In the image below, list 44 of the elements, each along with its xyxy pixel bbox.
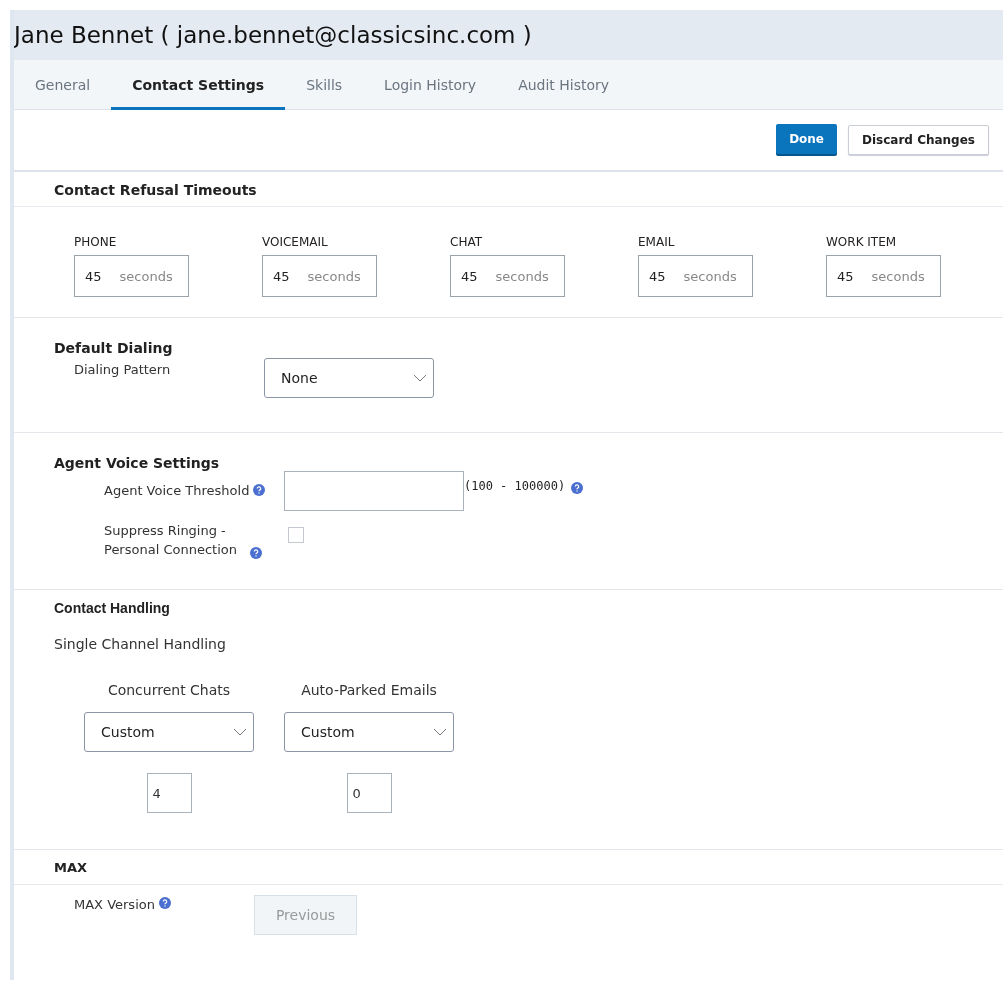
- section-heading: Default Dialing: [53, 339, 174, 358]
- section-heading: Contact Handling: [53, 599, 171, 618]
- field-label: VOICEMAIL: [262, 235, 329, 249]
- seconds-input-field[interactable]: 45 seconds: [74, 255, 189, 297]
- seconds-input-field[interactable]: 45 seconds: [450, 255, 565, 297]
- section-heading: Contact Refusal Timeouts: [14, 172, 1003, 207]
- section-heading: MAX: [14, 850, 1003, 885]
- seconds-input-field[interactable]: 45 seconds: [638, 255, 753, 297]
- field-label: Agent Voice Threshold: [104, 482, 250, 500]
- chevron-down-icon: [433, 728, 447, 736]
- tab[interactable]: Contact Settings: [111, 60, 286, 110]
- mode-dropdown[interactable]: Custom: [284, 712, 454, 752]
- seconds-input-field[interactable]: 45 seconds: [262, 255, 377, 297]
- number-input-field[interactable]: 0: [346, 773, 392, 813]
- threshold-input-field[interactable]: [284, 471, 464, 511]
- range-hint: (100 - 100000): [464, 479, 566, 493]
- tab[interactable]: Audit History: [497, 60, 631, 110]
- tab[interactable]: General: [14, 60, 112, 110]
- help-icon[interactable]: [571, 482, 584, 494]
- field-label: Suppress Ringing - Personal Connection: [104, 522, 238, 559]
- column-label: Concurrent Chats: [107, 682, 231, 698]
- checkbox[interactable]: [288, 527, 304, 543]
- field-label: EMAIL: [638, 235, 676, 249]
- subheading: Single Channel Handling: [53, 635, 227, 652]
- mode-dropdown[interactable]: Custom: [84, 712, 254, 752]
- help-icon[interactable]: [158, 897, 171, 909]
- field-label: MAX Version: [74, 896, 155, 914]
- help-icon[interactable]: [250, 547, 262, 559]
- chevron-down-icon: [413, 374, 427, 382]
- seconds-input-field[interactable]: 45 seconds: [826, 255, 941, 297]
- field-label: PHONE: [74, 235, 118, 249]
- field-label: Dialing Pattern: [74, 361, 172, 379]
- tab[interactable]: Login History: [363, 60, 498, 110]
- number-input-field[interactable]: 4: [146, 773, 192, 813]
- discard-changes-button[interactable]: Discard Changes: [848, 125, 989, 155]
- done-button[interactable]: Done: [776, 123, 837, 154]
- section-heading: Agent Voice Settings: [53, 454, 221, 473]
- dialing-pattern-dropdown[interactable]: None: [264, 358, 434, 398]
- help-icon[interactable]: [253, 484, 266, 496]
- tab[interactable]: Skills: [285, 60, 364, 110]
- field-label: CHAT: [450, 235, 483, 249]
- field-label: WORK ITEM: [826, 235, 898, 249]
- chevron-down-icon: [233, 728, 247, 736]
- column-label: Auto-Parked Emails: [301, 682, 437, 698]
